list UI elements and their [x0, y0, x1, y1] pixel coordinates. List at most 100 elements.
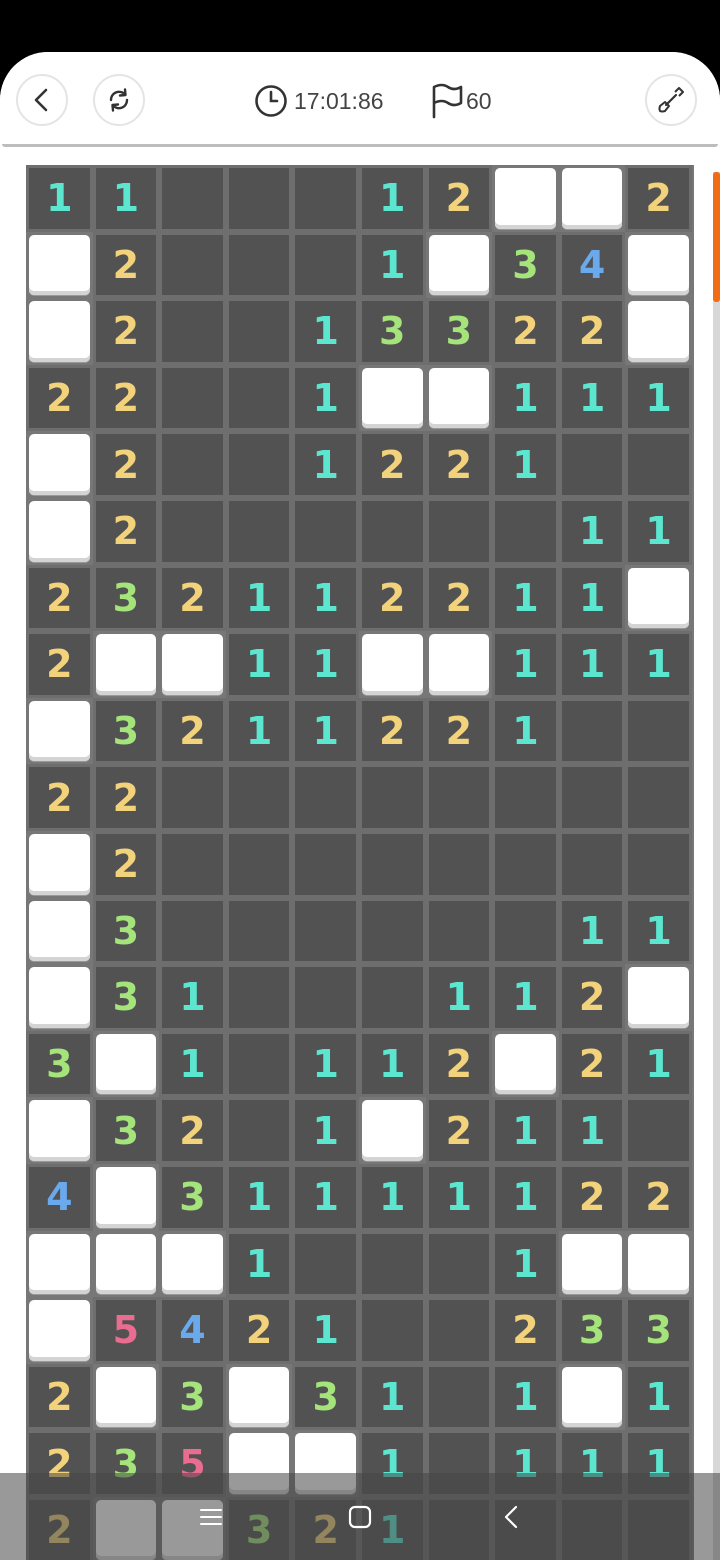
unrevealed-tile[interactable] [95, 1233, 157, 1295]
revealed-empty-tile[interactable] [225, 231, 293, 299]
number-tile[interactable]: 1 [292, 1097, 359, 1164]
unrevealed-tile[interactable] [29, 833, 90, 895]
number-tile[interactable]: 1 [492, 1230, 559, 1298]
revealed-empty-tile[interactable] [358, 964, 426, 1031]
revealed-empty-tile[interactable] [492, 764, 559, 831]
revealed-empty-tile[interactable] [425, 1230, 493, 1298]
unrevealed-tile[interactable] [561, 1233, 623, 1295]
revealed-empty-tile[interactable] [292, 165, 359, 232]
revealed-empty-tile[interactable] [225, 497, 293, 565]
number-tile[interactable]: 1 [225, 564, 293, 632]
revealed-empty-tile[interactable] [625, 431, 692, 498]
number-tile[interactable]: 1 [292, 1297, 359, 1364]
number-tile[interactable]: 4 [159, 1297, 226, 1364]
number-tile[interactable]: 3 [492, 231, 559, 299]
unrevealed-tile[interactable] [95, 1166, 157, 1228]
revealed-empty-tile[interactable] [159, 497, 226, 565]
revealed-empty-tile[interactable] [558, 431, 626, 498]
dig-mode-button[interactable] [645, 74, 697, 126]
revealed-empty-tile[interactable] [425, 497, 493, 565]
nav-back-button[interactable] [486, 1491, 538, 1543]
number-tile[interactable]: 2 [26, 564, 93, 632]
number-tile[interactable]: 4 [558, 231, 626, 299]
unrevealed-tile[interactable] [29, 700, 90, 762]
unrevealed-tile[interactable] [95, 1366, 157, 1428]
unrevealed-tile[interactable] [29, 434, 90, 495]
number-tile[interactable]: 3 [92, 964, 160, 1031]
number-tile[interactable]: 3 [159, 1363, 226, 1431]
revealed-empty-tile[interactable] [358, 830, 426, 898]
number-tile[interactable]: 1 [625, 897, 692, 965]
revealed-empty-tile[interactable] [225, 964, 293, 1031]
revealed-empty-tile[interactable] [225, 1097, 293, 1164]
unrevealed-tile[interactable] [495, 1033, 556, 1095]
number-tile[interactable]: 1 [492, 964, 559, 1031]
revealed-empty-tile[interactable] [159, 298, 226, 365]
unrevealed-tile[interactable] [228, 1366, 290, 1428]
revealed-empty-tile[interactable] [292, 897, 359, 965]
number-tile[interactable]: 2 [425, 564, 493, 632]
revealed-empty-tile[interactable] [225, 1030, 293, 1098]
unrevealed-tile[interactable] [628, 234, 689, 296]
revealed-empty-tile[interactable] [225, 298, 293, 365]
number-tile[interactable]: 2 [558, 1163, 626, 1231]
unrevealed-tile[interactable] [162, 634, 223, 695]
revealed-empty-tile[interactable] [358, 764, 426, 831]
unrevealed-tile[interactable] [29, 967, 90, 1028]
number-tile[interactable]: 1 [292, 564, 359, 632]
number-tile[interactable]: 2 [26, 631, 93, 698]
unrevealed-tile[interactable] [95, 1033, 157, 1095]
number-tile[interactable]: 1 [425, 1163, 493, 1231]
revealed-empty-tile[interactable] [159, 830, 226, 898]
number-tile[interactable]: 3 [425, 298, 493, 365]
revealed-empty-tile[interactable] [425, 830, 493, 898]
number-tile[interactable]: 3 [358, 298, 426, 365]
unrevealed-tile[interactable] [361, 367, 423, 429]
revealed-empty-tile[interactable] [225, 830, 293, 898]
revealed-empty-tile[interactable] [292, 231, 359, 299]
number-tile[interactable]: 3 [558, 1297, 626, 1364]
number-tile[interactable]: 2 [225, 1297, 293, 1364]
number-tile[interactable]: 2 [92, 830, 160, 898]
unrevealed-tile[interactable] [162, 1233, 223, 1295]
revealed-empty-tile[interactable] [159, 431, 226, 498]
number-tile[interactable]: 2 [425, 697, 493, 765]
revealed-empty-tile[interactable] [358, 497, 426, 565]
number-tile[interactable]: 2 [159, 564, 226, 632]
unrevealed-tile[interactable] [428, 234, 490, 296]
number-tile[interactable]: 1 [625, 497, 692, 565]
number-tile[interactable]: 2 [558, 1030, 626, 1098]
number-tile[interactable]: 1 [492, 1097, 559, 1164]
number-tile[interactable]: 2 [492, 298, 559, 365]
revealed-empty-tile[interactable] [358, 897, 426, 965]
number-tile[interactable]: 3 [92, 697, 160, 765]
number-tile[interactable]: 1 [492, 431, 559, 498]
number-tile[interactable]: 2 [625, 165, 692, 232]
number-tile[interactable]: 1 [492, 631, 559, 698]
unrevealed-tile[interactable] [428, 367, 490, 429]
revealed-empty-tile[interactable] [625, 830, 692, 898]
number-tile[interactable]: 1 [558, 564, 626, 632]
restart-button[interactable] [93, 74, 145, 126]
number-tile[interactable]: 2 [26, 764, 93, 831]
number-tile[interactable]: 1 [292, 431, 359, 498]
number-tile[interactable]: 1 [26, 165, 93, 232]
revealed-empty-tile[interactable] [159, 231, 226, 299]
revealed-empty-tile[interactable] [492, 497, 559, 565]
number-tile[interactable]: 2 [425, 431, 493, 498]
revealed-empty-tile[interactable] [292, 964, 359, 1031]
nav-menu-button[interactable] [185, 1491, 237, 1543]
revealed-empty-tile[interactable] [492, 897, 559, 965]
number-tile[interactable]: 1 [159, 964, 226, 1031]
number-tile[interactable]: 1 [625, 364, 692, 432]
revealed-empty-tile[interactable] [625, 764, 692, 831]
number-tile[interactable]: 3 [159, 1163, 226, 1231]
unrevealed-tile[interactable] [628, 1233, 689, 1295]
number-tile[interactable]: 2 [92, 364, 160, 432]
revealed-empty-tile[interactable] [558, 764, 626, 831]
unrevealed-tile[interactable] [495, 168, 556, 229]
number-tile[interactable]: 2 [425, 165, 493, 232]
scrollbar-track[interactable] [713, 172, 720, 1560]
revealed-empty-tile[interactable] [292, 497, 359, 565]
nav-home-button[interactable] [334, 1491, 386, 1543]
